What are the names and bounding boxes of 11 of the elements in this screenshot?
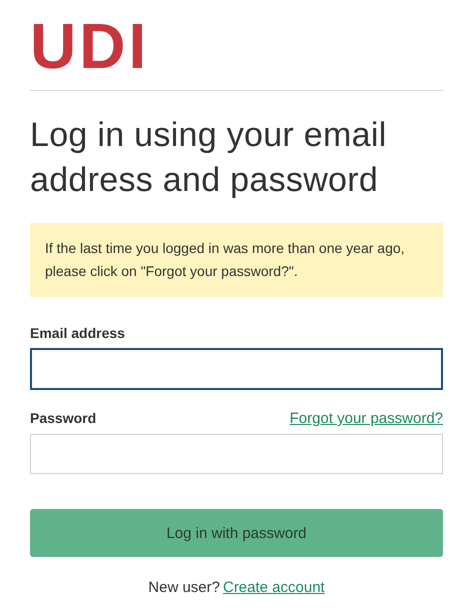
logo: UDI: [30, 14, 150, 78]
notice-box: If the last time you logged in was more than one year ago, please click on "Forgot your password?".: [30, 223, 443, 297]
login-button[interactable]: Log in with password: [30, 509, 443, 557]
create-account-link[interactable]: Create account: [222, 579, 325, 596]
field-label: Password: [30, 410, 96, 426]
field-label: Email address: [30, 325, 125, 341]
forgot-password-link[interactable]: Forgot your password?: [290, 410, 443, 427]
email-field[interactable]: [30, 348, 443, 390]
footer-text: New user?: [148, 579, 220, 596]
password-field[interactable]: [30, 434, 443, 474]
page-heading: Log in using your email address and password: [30, 115, 388, 201]
